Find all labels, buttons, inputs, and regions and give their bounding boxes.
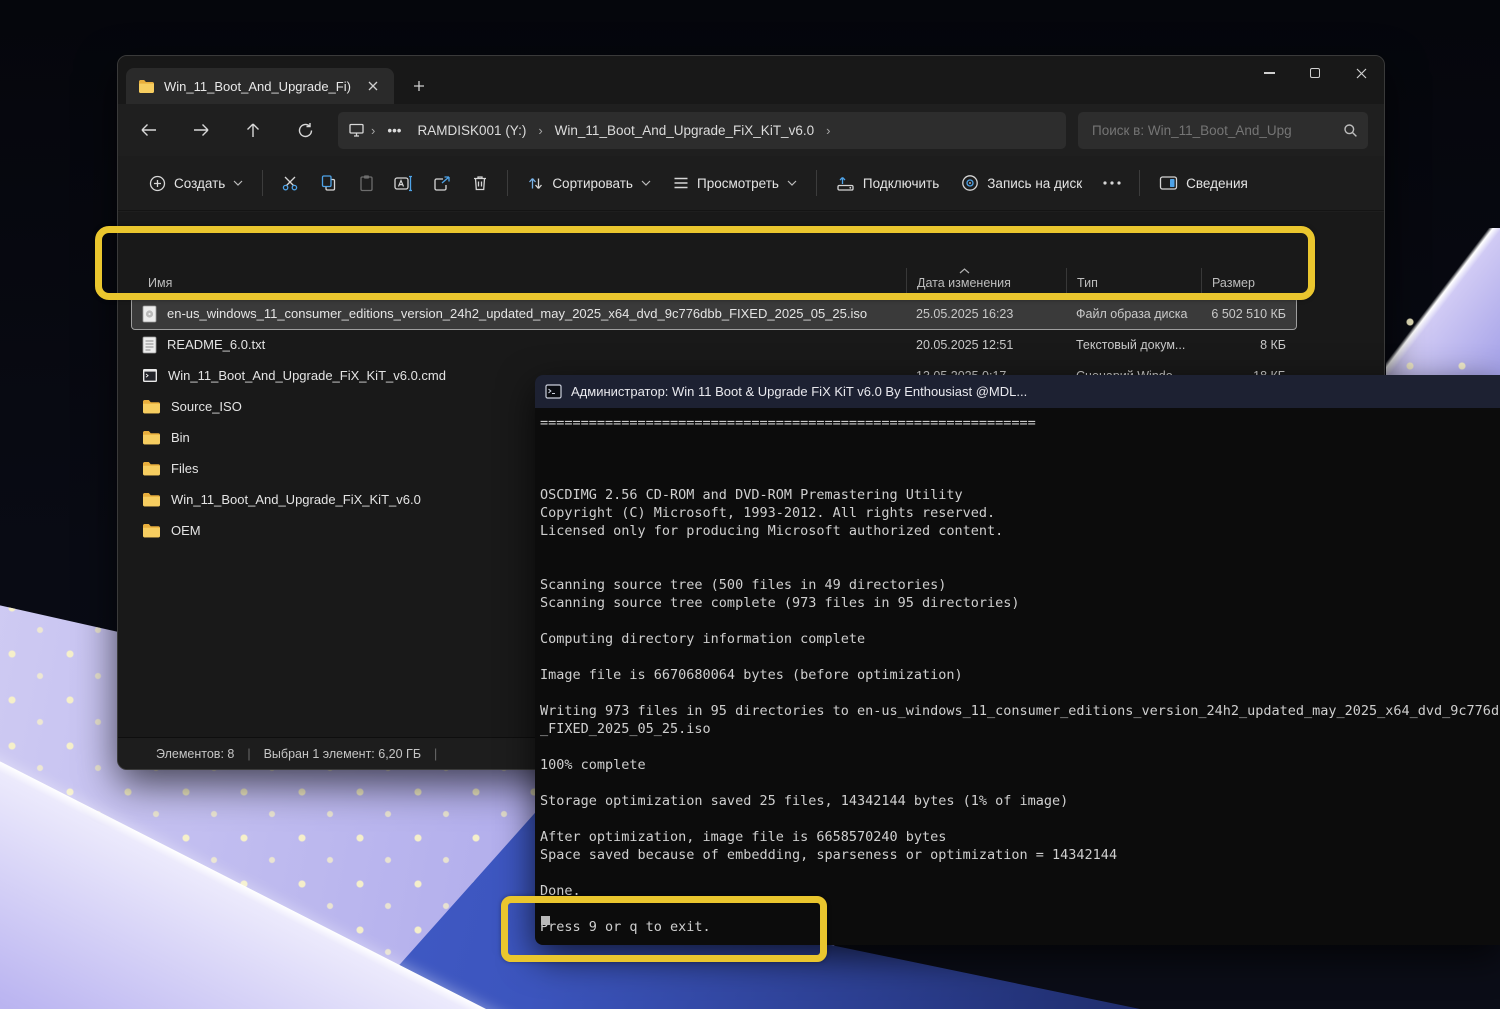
search-icon xyxy=(1343,123,1358,138)
console-cursor xyxy=(541,916,550,925)
text-file-icon xyxy=(142,336,157,354)
burn-disc-button[interactable]: Запись на диск xyxy=(950,165,1093,201)
terminal-titlebar[interactable]: Администратор: Win 11 Boot & Upgrade FiX… xyxy=(535,375,1500,408)
copy-button[interactable] xyxy=(309,165,347,201)
folder-icon xyxy=(138,79,155,93)
forward-button[interactable] xyxy=(184,113,218,147)
column-header-size[interactable]: Размер xyxy=(1201,268,1296,298)
toolbar-separator xyxy=(507,170,509,196)
new-tab-button[interactable] xyxy=(408,75,430,97)
chevron-down-icon xyxy=(641,180,651,186)
folder-icon xyxy=(142,430,161,445)
create-label: Создать xyxy=(174,175,226,191)
breadcrumb-drive[interactable]: RAMDISK001 (Y:) xyxy=(412,120,533,141)
toolbar-separator xyxy=(815,170,817,196)
command-toolbar: Создать Сортировать Просмотреть Подключи… xyxy=(118,156,1384,211)
desktop: Win_11_Boot_And_Upgrade_Fi) › ••• RAMDIS… xyxy=(0,0,1500,1009)
tab-active[interactable]: Win_11_Boot_And_Upgrade_Fi) xyxy=(126,68,394,104)
burn-label: Запись на диск xyxy=(987,175,1083,191)
file-row-iso[interactable]: en-us_windows_11_consumer_editions_versi… xyxy=(131,297,1297,330)
breadcrumb-folder[interactable]: Win_11_Boot_And_Upgrade_FiX_KiT_v6.0 xyxy=(549,120,820,141)
folder-icon xyxy=(142,523,161,538)
cmd-icon xyxy=(545,384,562,399)
column-header-type[interactable]: Тип xyxy=(1066,268,1201,298)
terminal-output: ========================================… xyxy=(540,415,1500,935)
paste-button[interactable] xyxy=(347,165,385,201)
cut-button[interactable] xyxy=(271,165,309,201)
sort-button[interactable]: Сортировать xyxy=(516,165,662,201)
toolbar-separator xyxy=(262,170,264,196)
delete-button[interactable] xyxy=(461,165,499,201)
address-bar[interactable]: › ••• RAMDISK001 (Y:) › Win_11_Boot_And_… xyxy=(338,111,1066,149)
sort-label: Сортировать xyxy=(552,175,633,191)
back-button[interactable] xyxy=(132,113,166,147)
breadcrumb-chevron-icon[interactable]: › xyxy=(824,123,832,138)
view-button[interactable]: Просмотреть xyxy=(662,165,808,201)
close-button[interactable] xyxy=(1338,56,1384,90)
chevron-down-icon xyxy=(787,180,797,186)
search-input[interactable] xyxy=(1092,122,1343,138)
up-button[interactable] xyxy=(236,113,270,147)
folder-icon xyxy=(142,461,161,476)
chevron-down-icon xyxy=(233,180,243,186)
folder-icon xyxy=(142,399,161,414)
rename-button[interactable] xyxy=(385,165,423,201)
items-count: Элементов: 8 xyxy=(156,746,235,761)
file-row-readme[interactable]: README_6.0.txt 20.05.2025 12:51 Текстовы… xyxy=(132,329,1296,360)
column-header-row: Имя Дата изменения Тип Размер xyxy=(132,268,1296,298)
view-label: Просмотреть xyxy=(696,175,779,191)
details-label: Сведения xyxy=(1186,175,1248,191)
mount-button[interactable]: Подключить xyxy=(825,165,950,201)
mount-label: Подключить xyxy=(862,175,940,191)
terminal-window: Администратор: Win 11 Boot & Upgrade FiX… xyxy=(535,375,1500,945)
breadcrumb-ellipsis[interactable]: ••• xyxy=(381,120,407,141)
breadcrumb-chevron-icon[interactable]: › xyxy=(536,123,544,138)
tab-close-icon[interactable] xyxy=(362,75,384,97)
maximize-button[interactable] xyxy=(1292,56,1338,90)
details-pane-button[interactable]: Сведения xyxy=(1148,165,1259,201)
terminal-title: Администратор: Win 11 Boot & Upgrade FiX… xyxy=(571,384,1028,399)
minimize-button[interactable] xyxy=(1246,56,1292,90)
column-header-name[interactable]: Имя xyxy=(132,268,906,298)
column-header-date[interactable]: Дата изменения xyxy=(906,268,1066,298)
create-button[interactable]: Создать xyxy=(138,165,254,201)
toolbar-separator xyxy=(1139,170,1141,196)
selection-summary: Выбран 1 элемент: 6,20 ГБ xyxy=(263,746,422,761)
disc-image-file-icon xyxy=(142,305,157,323)
sort-ascending-icon xyxy=(959,268,970,274)
more-options-button[interactable] xyxy=(1093,165,1131,201)
tab-title: Win_11_Boot_And_Upgrade_Fi) xyxy=(164,78,351,94)
this-pc-icon[interactable] xyxy=(348,122,365,138)
script-file-icon xyxy=(142,368,158,383)
search-box[interactable] xyxy=(1078,111,1368,149)
refresh-button[interactable] xyxy=(288,113,322,147)
folder-icon xyxy=(142,492,161,507)
tab-strip: Win_11_Boot_And_Upgrade_Fi) xyxy=(118,56,1384,104)
breadcrumb-chevron-icon[interactable]: › xyxy=(369,123,377,138)
share-button[interactable] xyxy=(423,165,461,201)
navigation-row: › ••• RAMDISK001 (Y:) › Win_11_Boot_And_… xyxy=(118,104,1384,156)
